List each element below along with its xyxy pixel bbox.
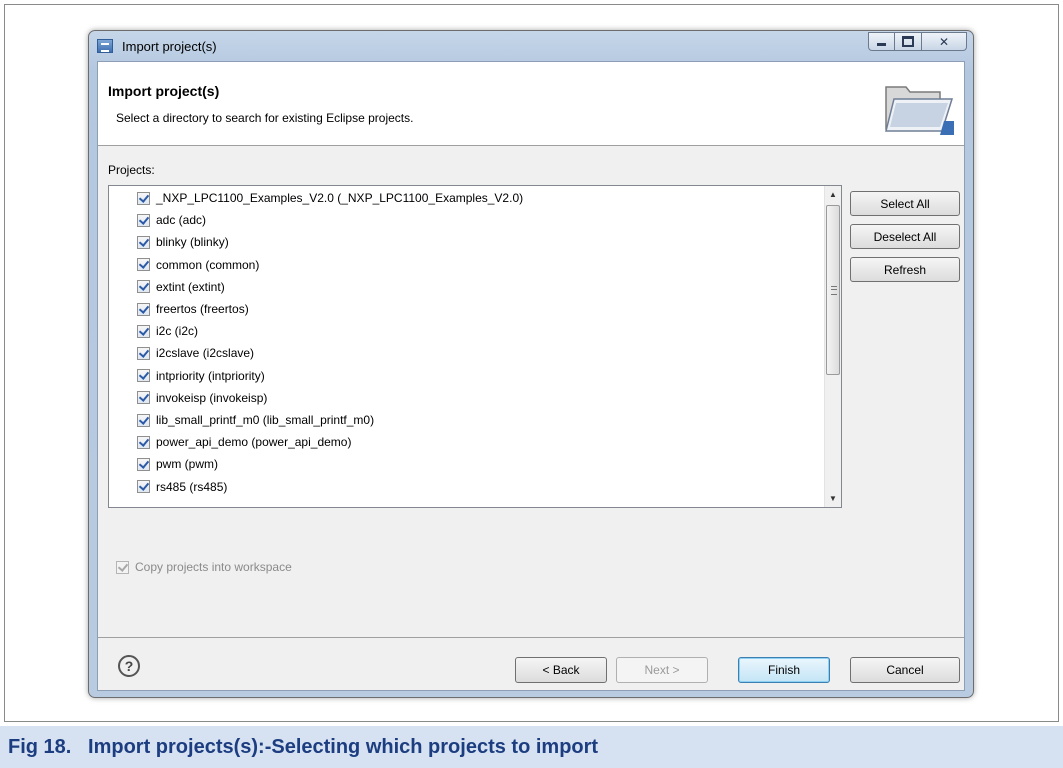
copy-projects-label: Copy projects into workspace	[135, 560, 292, 574]
project-label: freertos (freertos)	[156, 302, 249, 316]
project-label: i2c (i2c)	[156, 324, 199, 339]
cancel-button[interactable]: Cancel	[850, 657, 960, 683]
project-checkbox[interactable]	[137, 213, 150, 227]
scroll-down-button[interactable]: ▼	[825, 490, 841, 507]
project-list-item[interactable]: invokeisp (invokeisp)	[137, 388, 267, 408]
copy-projects-option: Copy projects into workspace	[116, 560, 292, 574]
title-bar[interactable]: Import project(s) ✕	[89, 31, 973, 61]
dialog-client-area: Import project(s) Select a directory to …	[97, 61, 965, 691]
finish-button[interactable]: Finish	[738, 657, 830, 683]
projects-label: Projects:	[108, 163, 155, 177]
project-label: rs485 (rs485)	[156, 479, 228, 494]
triangle-up-icon: ▲	[829, 190, 837, 199]
refresh-button[interactable]: Refresh	[850, 257, 960, 282]
projects-list[interactable]: _NXP_LPC1100_Examples_V2.0 (_NXP_LPC1100…	[108, 185, 842, 508]
project-list-item[interactable]: intpriority (intpriority)	[137, 366, 265, 386]
project-checkbox[interactable]	[137, 258, 150, 272]
project-label: common (common)	[156, 257, 260, 272]
copy-projects-checkbox	[116, 560, 129, 574]
header-title: Import project(s)	[108, 83, 220, 99]
project-checkbox[interactable]	[137, 324, 150, 338]
window-controls: ✕	[868, 32, 967, 52]
project-list-item[interactable]: extint (extint)	[137, 277, 225, 297]
triangle-down-icon: ▼	[829, 494, 837, 503]
next-button: Next >	[616, 657, 708, 683]
project-label: intpriority (intpriority)	[156, 368, 265, 383]
project-label: i2cslave (i2cslave)	[156, 346, 255, 361]
project-checkbox[interactable]	[137, 369, 150, 383]
project-label: lib_small_printf_m0 (lib_small_printf_m0…	[156, 413, 375, 427]
project-checkbox[interactable]	[137, 413, 150, 427]
project-label: _NXP_LPC1100_Examples_V2.0 (_NXP_LPC1100…	[156, 191, 524, 205]
figure-caption: Fig 18. Import projects(s):-Selecting wh…	[0, 726, 1063, 768]
wizard-header: Import project(s) Select a directory to …	[98, 62, 964, 146]
back-button[interactable]: < Back	[515, 657, 607, 683]
footer-divider	[98, 637, 964, 638]
scroll-up-button[interactable]: ▲	[825, 186, 841, 203]
project-checkbox[interactable]	[137, 435, 150, 449]
project-label: extint (extint)	[156, 279, 225, 294]
list-scrollbar[interactable]: ▲ ▼	[824, 186, 841, 507]
project-checkbox[interactable]	[137, 391, 150, 405]
project-checkbox[interactable]	[137, 346, 150, 360]
project-list-item[interactable]: rs485 (rs485)	[137, 477, 227, 497]
close-button[interactable]: ✕	[922, 32, 967, 51]
scrollbar-thumb[interactable]	[826, 205, 840, 375]
project-label: pwm (pwm)	[156, 457, 218, 472]
project-list-item[interactable]: i2c (i2c)	[137, 321, 198, 341]
project-list-item[interactable]: blinky (blinky)	[137, 232, 229, 252]
project-label: invokeisp (invokeisp)	[156, 390, 268, 405]
maximize-icon	[902, 36, 914, 47]
project-label: blinky (blinky)	[156, 235, 229, 250]
project-list-item[interactable]: power_api_demo (power_api_demo)	[137, 432, 351, 452]
minimize-button[interactable]	[868, 32, 895, 51]
caption-text: Fig 18. Import projects(s):-Selecting wh…	[8, 736, 599, 758]
eclipse-app-icon	[97, 39, 113, 53]
project-checkbox[interactable]	[137, 302, 150, 316]
project-checkbox[interactable]	[137, 191, 150, 205]
maximize-button[interactable]	[895, 32, 922, 51]
project-list-item[interactable]: common (common)	[137, 255, 259, 275]
window-title: Import project(s)	[122, 39, 217, 54]
project-list-item[interactable]: adc (adc)	[137, 210, 206, 230]
import-dialog: Import project(s) ✕ Import project(s) Se…	[88, 30, 974, 698]
folder-icon	[885, 86, 954, 135]
project-checkbox[interactable]	[137, 235, 150, 249]
close-icon: ✕	[938, 34, 950, 49]
project-list-item[interactable]: pwm (pwm)	[137, 454, 218, 474]
project-checkbox[interactable]	[137, 480, 150, 494]
grip-icon	[831, 286, 837, 295]
project-list-item[interactable]: _NXP_LPC1100_Examples_V2.0 (_NXP_LPC1100…	[137, 188, 523, 208]
project-checkbox[interactable]	[137, 280, 150, 294]
project-label: power_api_demo (power_api_demo)	[156, 435, 352, 450]
help-icon[interactable]: ?	[118, 655, 140, 677]
deselect-all-button[interactable]: Deselect All	[850, 224, 960, 249]
project-label: adc (adc)	[156, 213, 207, 228]
select-all-button[interactable]: Select All	[850, 191, 960, 216]
project-checkbox[interactable]	[137, 457, 150, 471]
project-list-item[interactable]: i2cslave (i2cslave)	[137, 343, 254, 363]
project-list-item[interactable]: freertos (freertos)	[137, 299, 249, 319]
minimize-icon	[877, 43, 886, 46]
header-description: Select a directory to search for existin…	[116, 111, 414, 125]
project-list-item[interactable]: lib_small_printf_m0 (lib_small_printf_m0…	[137, 410, 374, 430]
